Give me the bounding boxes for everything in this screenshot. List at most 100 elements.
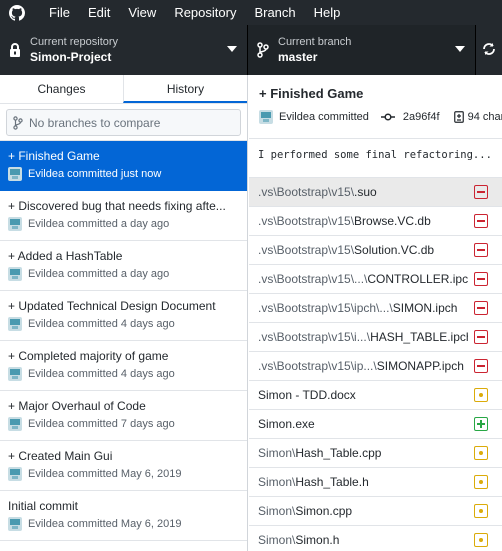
file-deleted-icon: [474, 272, 488, 286]
avatar: [259, 110, 273, 124]
file-list-item[interactable]: .vs\Bootstrap\v15\ipch\...\SIMON.ipch: [249, 294, 502, 323]
current-branch-button[interactable]: Current branch master: [248, 25, 476, 75]
chevron-down-icon: [455, 46, 465, 52]
file-deleted-icon: [474, 185, 488, 199]
file-list-item[interactable]: Simon\Simon.h: [249, 526, 502, 551]
commit-title: + Added a HashTable: [8, 249, 123, 263]
file-directory: .vs\Bootstrap\v15\...\: [258, 272, 368, 286]
commit-meta: Evildea committed 7 days ago: [28, 418, 175, 430]
avatar: [8, 517, 22, 531]
file-directory: Simon\: [258, 475, 296, 489]
file-list-item[interactable]: .vs\Bootstrap\v15\Solution.VC.db: [249, 236, 502, 265]
toolbar: Current repository Simon-Project Current…: [0, 25, 502, 75]
commit-title: + Major Overhaul of Code: [8, 399, 146, 413]
commit-list-item[interactable]: + Added a HashTable Evildea committed a …: [0, 241, 247, 291]
commit-meta: Evildea committed 4 days ago: [28, 318, 175, 330]
menu-help[interactable]: Help: [305, 0, 350, 25]
file-name: Simon.cpp: [295, 504, 353, 518]
file-list-item[interactable]: Simon.exe: [249, 410, 502, 439]
file-directory: .vs\Bootstrap\v15\: [258, 185, 355, 199]
avatar: [8, 417, 22, 431]
file-modified-icon: [474, 533, 488, 547]
github-logo-icon: [8, 4, 26, 22]
file-deleted-icon: [474, 359, 488, 373]
menu-view[interactable]: View: [119, 0, 165, 25]
file-list-item[interactable]: .vs\Bootstrap\v15\i...\HASH_TABLE.ipch: [249, 323, 502, 352]
branch-icon: [248, 42, 278, 58]
file-name: Solution.VC.db: [354, 243, 435, 257]
file-modified-icon: [474, 504, 488, 518]
avatar: [8, 467, 22, 481]
commit-list-item[interactable]: + Major Overhaul of Code Evildea committ…: [0, 391, 247, 441]
sync-icon: [482, 42, 496, 59]
commit-list-item[interactable]: + Finished Game Evildea committed just n…: [0, 141, 247, 191]
commit-author: Evildea committed: [279, 111, 369, 123]
branch-name: master: [278, 50, 318, 64]
file-list-item[interactable]: .vs\Bootstrap\v15\ip...\SIMONAPP.ipch: [249, 352, 502, 381]
file-directory: Simon\: [258, 504, 296, 518]
commit-list-item[interactable]: + Created Main Gui Evildea committed May…: [0, 441, 247, 491]
file-name: Browse.VC.db: [354, 214, 431, 228]
file-list-item[interactable]: .vs\Bootstrap\v15\Browse.VC.db: [249, 207, 502, 236]
file-list-item[interactable]: Simon\Hash_Table.cpp: [249, 439, 502, 468]
file-directory: Simon\: [258, 533, 296, 547]
commit-title: Initial commit: [8, 499, 79, 513]
lock-icon: [0, 42, 30, 58]
menu-edit[interactable]: Edit: [79, 0, 119, 25]
commit-list: + Finished Game Evildea committed just n…: [0, 141, 247, 541]
commit-icon: [380, 112, 395, 122]
commit-title: + Completed majority of game: [8, 349, 169, 363]
menu-repository[interactable]: Repository: [165, 0, 245, 25]
commit-list-item[interactable]: Initial commit Evildea committed May 6, …: [0, 491, 247, 541]
commit-meta: Evildea committed a day ago: [28, 218, 170, 230]
file-modified-icon: [474, 446, 488, 460]
commit-title: + Updated Technical Design Document: [8, 299, 216, 313]
tab-changes[interactable]: Changes: [0, 75, 123, 103]
file-directory: .vs\Bootstrap\v15\ipch\...\: [258, 301, 393, 315]
commit-message: I performed some final refactoring...: [249, 139, 502, 178]
file-directory: .vs\Bootstrap\v15\: [258, 243, 355, 257]
menu-file[interactable]: File: [40, 0, 79, 25]
chevron-down-icon: [227, 46, 237, 52]
file-name: HASH_TABLE.ipch: [370, 330, 468, 344]
branch-compare-placeholder: No branches to compare: [29, 115, 161, 130]
file-name: Simon - TDD.docx: [258, 388, 356, 402]
file-list-item[interactable]: Simon\Hash_Table.h: [249, 468, 502, 497]
branch-compare-input[interactable]: No branches to compare: [6, 109, 241, 136]
commit-detail-title: + Finished Game: [259, 86, 364, 101]
commit-list-item[interactable]: + Updated Technical Design Document Evil…: [0, 291, 247, 341]
avatar: [8, 317, 22, 331]
menu-branch[interactable]: Branch: [245, 0, 304, 25]
commit-sha[interactable]: 2a96f4f: [403, 111, 440, 123]
file-list-item[interactable]: Simon\Simon.cpp: [249, 497, 502, 526]
fetch-origin-button[interactable]: [476, 25, 502, 75]
commit-list-item[interactable]: + Discovered bug that needs fixing afte.…: [0, 191, 247, 241]
current-repository-button[interactable]: Current repository Simon-Project: [0, 25, 248, 75]
commit-title: + Discovered bug that needs fixing afte.…: [8, 199, 226, 213]
commit-meta: Evildea committed a day ago: [28, 268, 170, 280]
file-name: SIMONAPP.ipch: [376, 359, 464, 373]
file-added-icon: [474, 417, 488, 431]
commit-title: + Created Main Gui: [8, 449, 113, 463]
repository-label: Current repository: [30, 36, 119, 48]
file-list-item[interactable]: .vs\Bootstrap\v15\...\CONTROLLER.ipch: [249, 265, 502, 294]
branch-compare: No branches to compare: [0, 104, 247, 141]
sidebar: Changes History No branches to compare +…: [0, 75, 248, 551]
commit-meta: Evildea committed just now: [28, 168, 162, 180]
file-name: Simon.h: [295, 533, 340, 547]
file-name: SIMON.ipch: [392, 301, 458, 315]
file-list-item[interactable]: Simon - TDD.docx: [249, 381, 502, 410]
file-name: Hash_Table.h: [295, 475, 369, 489]
file-deleted-icon: [474, 330, 488, 344]
commit-summary: + Finished Game Evildea committed 2a96f4…: [249, 75, 502, 139]
file-name: Hash_Table.cpp: [295, 446, 382, 460]
file-directory: .vs\Bootstrap\v15\i...\: [258, 330, 371, 344]
branch-icon: [13, 115, 23, 130]
commit-list-item[interactable]: + Completed majority of game Evildea com…: [0, 341, 247, 391]
tab-bar: Changes History: [0, 75, 247, 104]
avatar: [8, 217, 22, 231]
tab-history[interactable]: History: [123, 75, 247, 103]
commit-meta: Evildea committed May 6, 2019: [28, 468, 182, 480]
file-list-item[interactable]: .vs\Bootstrap\v15\.suo: [249, 178, 502, 207]
avatar: [8, 367, 22, 381]
